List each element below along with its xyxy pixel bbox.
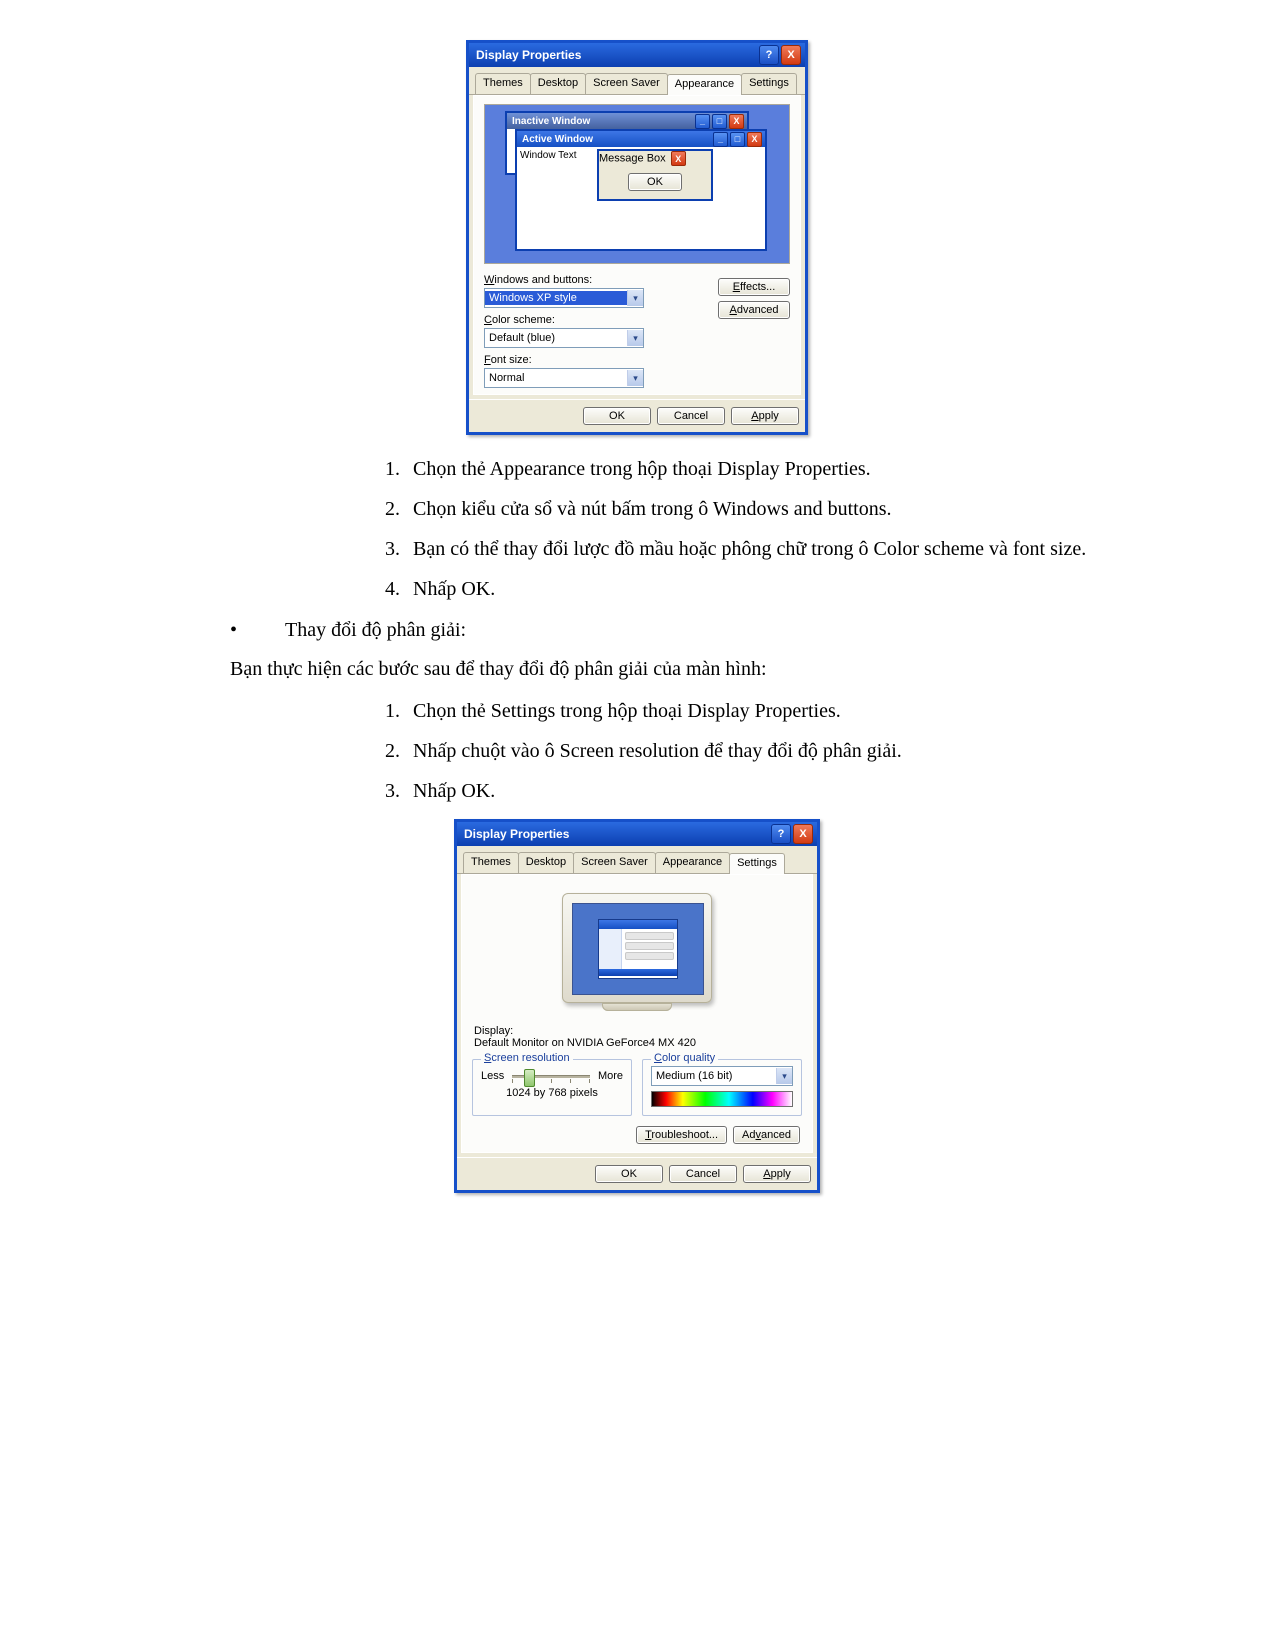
tab-strip: Themes Desktop Screen Saver Appearance S… <box>469 67 805 95</box>
dropdown-value: Windows XP style <box>485 291 627 305</box>
maximize-icon: □ <box>712 114 727 129</box>
chevron-down-icon: ▾ <box>627 290 643 306</box>
appearance-preview: Inactive Window _ □ X Active Window _ <box>484 104 790 264</box>
tab-desktop[interactable]: Desktop <box>518 852 574 873</box>
advanced-button[interactable]: Advanced <box>718 301 790 319</box>
section-header: Thay đổi độ phân giải: <box>285 619 466 642</box>
window-title: Display Properties <box>464 827 569 841</box>
tab-settings[interactable]: Settings <box>741 73 797 94</box>
minimize-icon: _ <box>713 132 728 147</box>
window-text: Window Text <box>520 150 577 161</box>
tab-appearance[interactable]: Appearance <box>667 74 742 95</box>
ok-button[interactable]: OK <box>595 1165 663 1183</box>
list-item: Chọn thẻ Appearance trong hộp thoại Disp… <box>405 449 1159 489</box>
dropdown-value: Normal <box>485 371 627 385</box>
messagebox-title: Message Box <box>599 153 666 165</box>
display-label: Display: <box>474 1025 800 1037</box>
windows-buttons-dropdown[interactable]: Windows XP style ▾ <box>484 288 644 308</box>
close-icon: X <box>729 114 744 129</box>
list-item: Chọn thẻ Settings trong hộp thoại Displa… <box>405 691 1159 731</box>
tab-desktop[interactable]: Desktop <box>530 73 586 94</box>
font-size-dropdown[interactable]: Normal ▾ <box>484 368 644 388</box>
list-item: Bạn có thể thay đổi lược đồ mầu hoặc phô… <box>405 529 1159 569</box>
chevron-down-icon: ▾ <box>627 370 643 386</box>
apply-button[interactable]: Apply <box>731 407 799 425</box>
list-item: Nhấp OK. <box>405 771 1159 811</box>
monitor-preview <box>472 883 802 1017</box>
titlebar[interactable]: Display Properties ? X <box>469 43 805 67</box>
troubleshoot-button[interactable]: Troubleshoot... <box>636 1126 727 1144</box>
bullet-icon: • <box>230 619 237 642</box>
intro-paragraph: Bạn thực hiện các bước sau để thay đổi đ… <box>230 658 1159 681</box>
group-legend: Screen resolution <box>481 1052 573 1064</box>
display-properties-settings-dialog: Display Properties ? X Themes Desktop Sc… <box>454 819 820 1193</box>
screen-resolution-group: Screen resolution Less More 1024 by 768 … <box>472 1059 632 1116</box>
help-icon[interactable]: ? <box>759 45 779 65</box>
color-scheme-dropdown[interactable]: Default (blue) ▾ <box>484 328 644 348</box>
effects-button[interactable]: Effects... <box>718 278 790 296</box>
maximize-icon: □ <box>730 132 745 147</box>
display-value: Default Monitor on NVIDIA GeForce4 MX 42… <box>474 1037 800 1049</box>
color-spectrum-icon <box>651 1091 793 1107</box>
resolution-slider[interactable] <box>510 1068 592 1084</box>
chevron-down-icon: ▾ <box>627 330 643 346</box>
display-properties-appearance-dialog: Display Properties ? X Themes Desktop Sc… <box>466 40 808 435</box>
list-item: Nhấp OK. <box>405 569 1159 609</box>
ok-button[interactable]: OK <box>583 407 651 425</box>
dropdown-value: Default (blue) <box>485 331 627 345</box>
tab-strip: Themes Desktop Screen Saver Appearance S… <box>457 846 817 874</box>
mini-window-icon <box>598 919 678 979</box>
font-size-label: Font size: <box>484 354 790 366</box>
advanced-button[interactable]: Advanced <box>733 1126 800 1144</box>
settings-steps-list: Chọn thẻ Settings trong hộp thoại Displa… <box>115 691 1159 811</box>
tab-screensaver[interactable]: Screen Saver <box>573 852 656 873</box>
appearance-steps-list: Chọn thẻ Appearance trong hộp thoại Disp… <box>115 449 1159 609</box>
section-bullet: • Thay đổi độ phân giải: <box>230 619 1159 642</box>
close-icon: X <box>671 151 686 166</box>
color-quality-dropdown[interactable]: Medium (16 bit) ▾ <box>651 1066 793 1086</box>
chevron-down-icon: ▾ <box>776 1068 792 1084</box>
slider-less-label: Less <box>481 1070 504 1082</box>
tab-appearance[interactable]: Appearance <box>655 852 730 873</box>
tab-themes[interactable]: Themes <box>463 852 519 873</box>
tab-screensaver[interactable]: Screen Saver <box>585 73 668 94</box>
color-quality-group: Color quality Medium (16 bit) ▾ <box>642 1059 802 1116</box>
dialog-footer: OK Cancel Apply <box>457 1157 817 1190</box>
active-window-title: Active Window <box>522 134 593 145</box>
minimize-icon: _ <box>695 114 710 129</box>
window-title: Display Properties <box>476 48 581 62</box>
group-legend: Color quality <box>651 1052 718 1064</box>
close-icon: X <box>747 132 762 147</box>
help-icon[interactable]: ? <box>771 824 791 844</box>
titlebar[interactable]: Display Properties ? X <box>457 822 817 846</box>
dropdown-value: Medium (16 bit) <box>652 1069 776 1083</box>
close-icon[interactable]: X <box>781 45 801 65</box>
cancel-button[interactable]: Cancel <box>657 407 725 425</box>
list-item: Chọn kiểu cửa sổ và nút bấm trong ô Wind… <box>405 489 1159 529</box>
dialog-footer: OK Cancel Apply <box>469 399 805 432</box>
close-icon[interactable]: X <box>793 824 813 844</box>
tab-settings[interactable]: Settings <box>729 853 785 874</box>
slider-thumb-icon[interactable] <box>524 1069 535 1087</box>
inactive-window-title: Inactive Window <box>512 116 590 127</box>
tab-themes[interactable]: Themes <box>475 73 531 94</box>
slider-more-label: More <box>598 1070 623 1082</box>
apply-button[interactable]: Apply <box>743 1165 811 1183</box>
resolution-value: 1024 by 768 pixels <box>481 1087 623 1099</box>
messagebox-ok-button[interactable]: OK <box>628 173 682 191</box>
list-item: Nhấp chuột vào ô Screen resolution để th… <box>405 731 1159 771</box>
cancel-button[interactable]: Cancel <box>669 1165 737 1183</box>
